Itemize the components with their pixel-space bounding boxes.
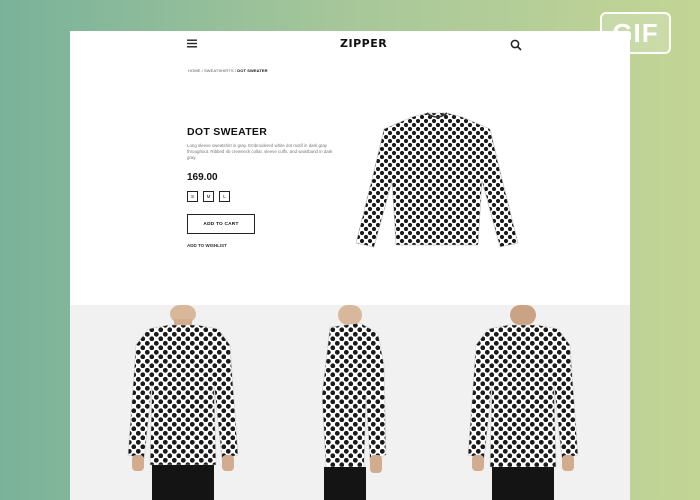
size-option-m[interactable]: M (203, 191, 214, 202)
gallery-image-front[interactable] (118, 305, 248, 500)
menu-icon[interactable] (187, 39, 197, 48)
add-to-cart-button[interactable]: ADD TO CART (187, 214, 255, 234)
gallery-image-back[interactable] (458, 305, 588, 500)
breadcrumb-current: DOT SWEATER (237, 68, 268, 73)
size-option-l[interactable]: L (219, 191, 230, 202)
product-title: DOT SWEATER (187, 126, 268, 138)
breadcrumb: HOME / SWEATSHIRTS / DOT SWEATER (188, 68, 268, 73)
gallery-image-side[interactable] (308, 305, 398, 500)
product-page-frame: ZIPPER HOME / SWEATSHIRTS / DOT SWEATER … (70, 31, 630, 500)
size-option-s[interactable]: S (187, 191, 198, 202)
site-logo[interactable]: ZIPPER (340, 37, 387, 50)
product-gallery (70, 305, 630, 500)
size-selector: S M L (187, 191, 230, 202)
product-image (355, 112, 519, 248)
product-price: 169.00 (187, 172, 218, 183)
search-icon[interactable] (510, 39, 522, 51)
breadcrumb-path[interactable]: HOME / SWEATSHIRTS / (188, 68, 237, 73)
add-to-wishlist-link[interactable]: ADD TO WISHLIST (187, 243, 227, 248)
product-description: Long sleeve sweatshirt in gray. Embroide… (187, 143, 333, 160)
